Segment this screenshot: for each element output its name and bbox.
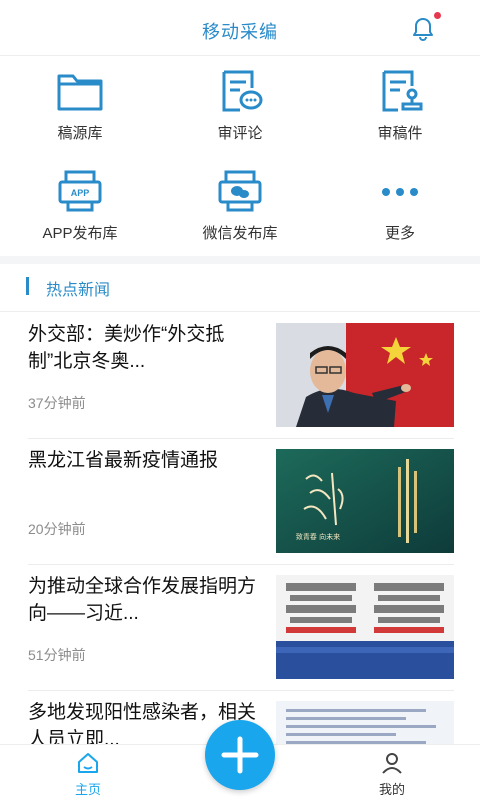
- menu-item-label: 微信发布库: [202, 225, 278, 242]
- news-time: 20分钟前: [28, 521, 86, 537]
- news-item[interactable]: 外交部：美炒作“外交抵制”北京冬奥... 37分钟前: [0, 313, 480, 439]
- section-separator: [0, 256, 480, 264]
- plus-icon: [221, 736, 259, 774]
- bell-icon[interactable]: [410, 12, 441, 42]
- news-item[interactable]: 黑龙江省最新疫情通报 20分钟前 致青春 向未来: [0, 439, 480, 565]
- menu-item-label: 审稿件: [377, 125, 423, 142]
- wechat-printer-icon: [216, 170, 264, 212]
- menu-item-wechat-publish[interactable]: 微信发布库: [160, 156, 320, 256]
- news-time: 51分钟前: [28, 647, 86, 663]
- user-icon: [380, 751, 404, 775]
- section-title: 热点新闻: [46, 282, 111, 299]
- news-thumbnail: [276, 323, 454, 427]
- menu-item-label: APP发布库: [42, 225, 118, 242]
- function-grid: 稿源库 审评论 审稿件 APP APP发布库 微信发布库 更多: [0, 56, 480, 256]
- comment-review-icon: [216, 70, 264, 112]
- menu-item-label: 审评论: [217, 125, 263, 142]
- tab-home[interactable]: 主页: [58, 751, 118, 798]
- page-title: 移动采编: [202, 22, 278, 42]
- more-dots-icon: [376, 170, 424, 212]
- news-title: 外交部：美炒作“外交抵制”北京冬奥...: [28, 324, 225, 372]
- news-item[interactable]: 为推动全球合作发展指明方向——习近... 51分钟前: [0, 565, 480, 691]
- thumbnail-caption: 致青春 向未来: [296, 532, 340, 541]
- folder-icon: [56, 70, 104, 112]
- stamp-review-icon: [376, 70, 424, 112]
- app-printer-icon: APP: [56, 170, 104, 212]
- news-title: 为推动全球合作发展指明方向——习近...: [28, 576, 256, 624]
- news-title: 黑龙江省最新疫情通报: [28, 450, 219, 471]
- tab-label: 主页: [74, 782, 101, 797]
- menu-item-source-library[interactable]: 稿源库: [0, 56, 160, 156]
- add-button[interactable]: [205, 720, 275, 790]
- hot-news-header: 热点新闻: [0, 264, 480, 312]
- section-accent-bar: [26, 277, 29, 295]
- menu-item-label: 稿源库: [57, 125, 103, 142]
- top-bar: 移动采编: [0, 0, 480, 56]
- news-thumbnail: [276, 575, 454, 679]
- news-time: 37分钟前: [28, 395, 86, 411]
- tab-mine[interactable]: 我的: [362, 751, 422, 798]
- notification-badge: [434, 12, 441, 19]
- menu-item-more[interactable]: 更多: [320, 156, 480, 256]
- menu-item-review-manuscripts[interactable]: 审稿件: [320, 56, 480, 156]
- home-icon: [76, 751, 100, 775]
- menu-item-label: 更多: [384, 225, 415, 242]
- news-thumbnail: 致青春 向未来: [276, 449, 454, 553]
- menu-item-app-publish[interactable]: APP APP发布库: [0, 156, 160, 256]
- tab-label: 我的: [378, 782, 405, 797]
- menu-item-review-comments[interactable]: 审评论: [160, 56, 320, 156]
- svg-text:APP: APP: [71, 188, 90, 198]
